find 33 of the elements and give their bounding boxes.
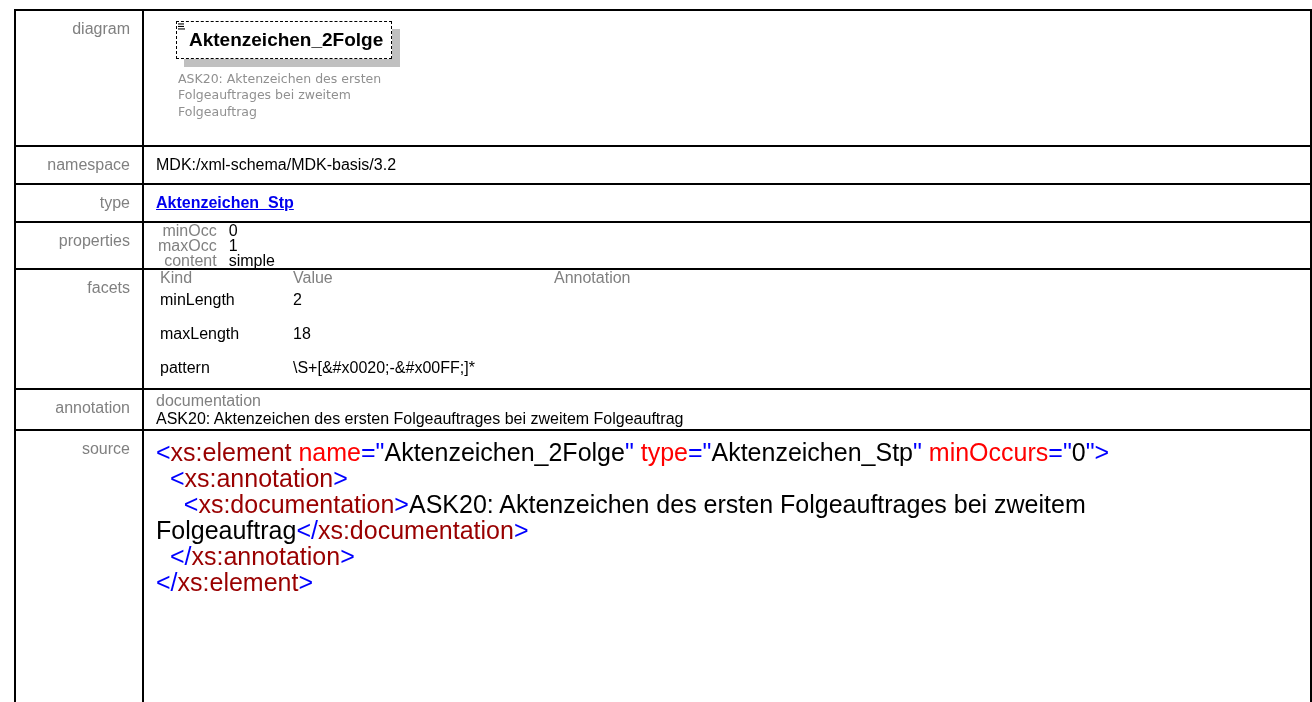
property-name: minOcc — [162, 222, 217, 240]
row-label: diagram — [72, 20, 130, 37]
source-code-line: <xs:documentation>ASK20: Aktenzeichen des ersten Folgeauftrages bei zweitem Folgeauftrag</xs:documentation> — [156, 491, 1087, 544]
row-label: annotation — [55, 399, 130, 417]
property-name: maxOcc — [158, 237, 217, 255]
row-label: facets — [87, 279, 130, 297]
source-code-line: </xs:element> — [156, 569, 315, 596]
row-label: source — [81, 440, 130, 458]
row-label: type — [99, 194, 130, 212]
facet-kind: pattern — [160, 359, 210, 377]
property-value: 0 — [228, 222, 238, 240]
source-code-line: <xs:element name="Aktenzeichen_2Folge" type="Aktenzeichen_Stp" minOccurs="0"> — [156, 439, 1111, 466]
facet-kind: maxLength — [160, 325, 240, 343]
annotation-heading: documentation — [156, 392, 262, 410]
row-label: properties — [58, 232, 130, 250]
property-name: content — [164, 252, 217, 270]
row-label: namespace — [47, 156, 130, 174]
facet-value: \S+[&#x0020;-&#x00FF;]* — [293, 359, 475, 377]
facet-value: 2 — [293, 291, 302, 309]
element-annotation: ASK20: Aktenzeichen des ersten Folgeauftrages bei zweitem Folgeauftrag — [178, 70, 383, 122]
column-header: Kind — [160, 269, 193, 287]
column-header: Value — [293, 269, 333, 287]
property-value: 1 — [228, 237, 238, 255]
facet-value: 18 — [293, 325, 311, 343]
property-value: simple — [228, 252, 275, 270]
element-name: Aktenzeichen_2Folge — [189, 29, 384, 50]
type-link[interactable]: Aktenzeichen_Stp — [156, 194, 294, 212]
column-header: Annotation — [554, 269, 631, 287]
namespace-value: MDK:/xml-schema/MDK-basis/3.2 — [156, 156, 397, 174]
facet-kind: minLength — [160, 291, 235, 309]
source-code-line: </xs:annotation> — [169, 543, 356, 570]
annotation-text: ASK20: Aktenzeichen des ersten Folgeauftrages bei zweitem Folgeauftrag — [156, 409, 685, 428]
source-code-line: <xs:annotation> — [168, 465, 349, 492]
